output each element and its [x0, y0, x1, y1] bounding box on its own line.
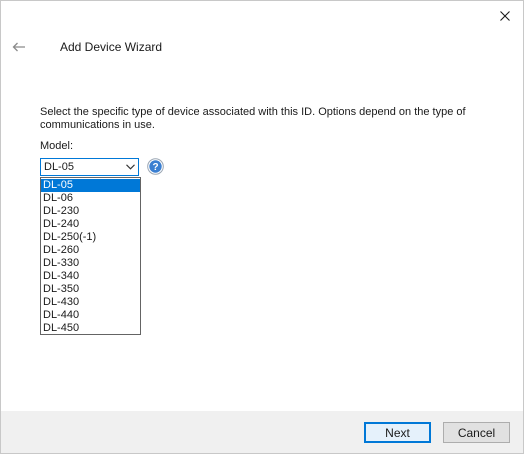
back-arrow-icon: [12, 42, 25, 52]
dialog-footer: Next Cancel: [1, 411, 523, 453]
dropdown-item[interactable]: DL-440: [41, 309, 140, 322]
model-combobox[interactable]: DL-05: [40, 158, 139, 176]
cancel-button[interactable]: Cancel: [443, 422, 510, 443]
back-button[interactable]: [9, 37, 29, 57]
model-combobox-value: DL-05: [44, 161, 74, 173]
dropdown-item[interactable]: DL-340: [41, 270, 140, 283]
next-button[interactable]: Next: [364, 422, 431, 443]
dialog-title: Add Device Wizard: [60, 40, 163, 54]
chevron-down-icon[interactable]: [122, 159, 138, 175]
close-button[interactable]: [493, 5, 517, 27]
dropdown-item[interactable]: DL-330: [41, 257, 140, 270]
dropdown-item[interactable]: DL-240: [41, 218, 140, 231]
dropdown-item[interactable]: DL-430: [41, 296, 140, 309]
dropdown-item[interactable]: DL-350: [41, 283, 140, 296]
instructions-text: Select the specific type of device assoc…: [40, 106, 466, 131]
dropdown-item[interactable]: DL-05: [41, 179, 140, 192]
model-dropdown-list[interactable]: DL-05 DL-06 DL-230 DL-240 DL-250(-1) DL-…: [40, 177, 141, 335]
dropdown-item[interactable]: DL-06: [41, 192, 140, 205]
help-icon[interactable]: ?: [147, 158, 164, 175]
svg-text:?: ?: [152, 162, 158, 173]
add-device-wizard-window: Add Device Wizard Select the specific ty…: [0, 0, 524, 454]
dropdown-item[interactable]: DL-230: [41, 205, 140, 218]
dropdown-item[interactable]: DL-450: [41, 322, 140, 335]
dropdown-item[interactable]: DL-250(-1): [41, 231, 140, 244]
dropdown-item[interactable]: DL-260: [41, 244, 140, 257]
model-label: Model:: [40, 140, 74, 152]
close-icon: [500, 11, 510, 21]
